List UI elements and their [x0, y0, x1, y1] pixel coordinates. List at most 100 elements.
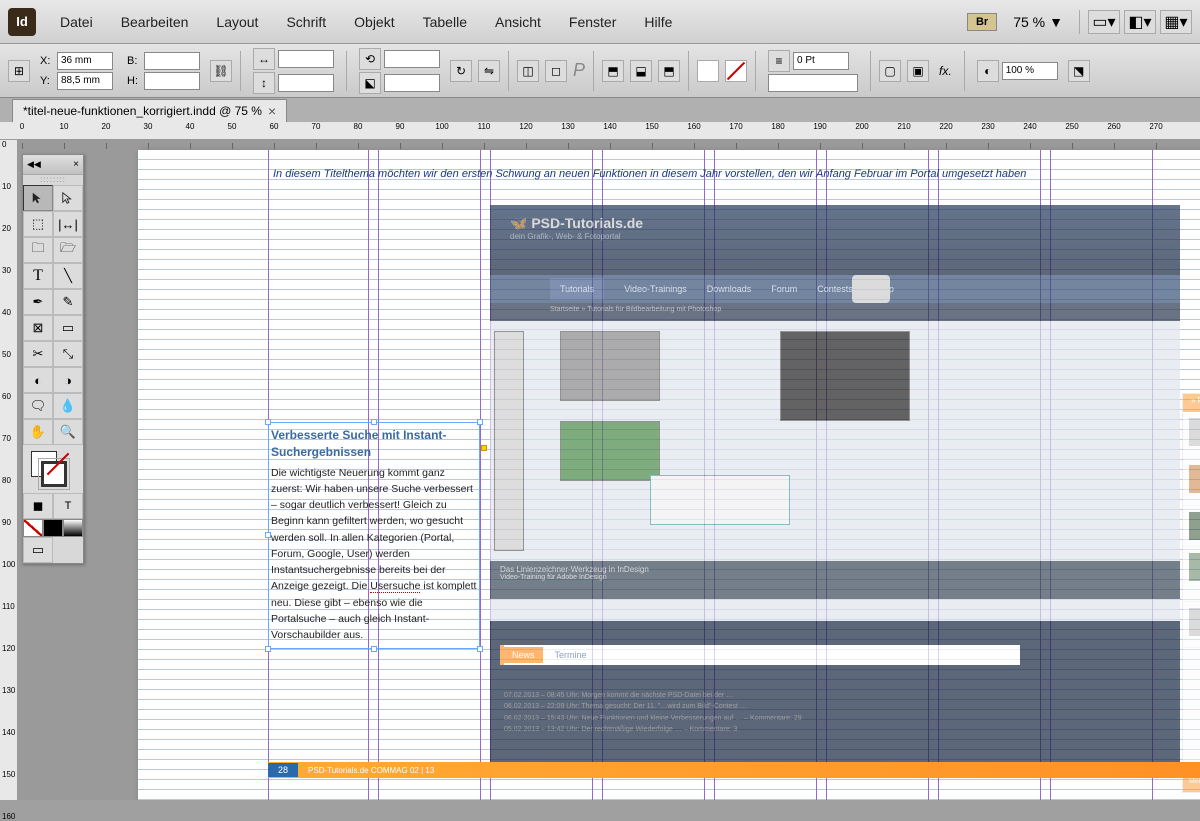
- page-footer-text: PSD-Tutorials.de COMMAG 02 | 13: [298, 766, 434, 775]
- effects-label[interactable]: fx.: [935, 64, 956, 78]
- frame-handle[interactable]: [477, 646, 483, 652]
- distribute-icon[interactable]: ⬓: [630, 60, 652, 82]
- menu-ansicht[interactable]: Ansicht: [483, 10, 553, 34]
- text-wrap-bounding-icon[interactable]: ▣: [907, 60, 929, 82]
- page-tool[interactable]: ⬚: [23, 211, 53, 237]
- document-page[interactable]: In diesem Titelthema möchten wir den ers…: [138, 150, 1200, 800]
- zoom-level-display[interactable]: 75 % ▼: [1005, 14, 1071, 30]
- apply-gradient-icon[interactable]: [63, 519, 83, 537]
- menu-objekt[interactable]: Objekt: [342, 10, 406, 34]
- reference-point-icon[interactable]: ⊞: [8, 60, 30, 82]
- document-tab[interactable]: *titel-neue-funktionen_korrigiert.indd @…: [12, 99, 287, 122]
- panel-grip[interactable]: ::::::::: [23, 175, 83, 185]
- corner-options-icon[interactable]: ⬔: [1068, 60, 1090, 82]
- note-tool[interactable]: 🗨: [23, 393, 53, 419]
- document-tab-bar: *titel-neue-funktionen_korrigiert.indd @…: [0, 98, 1200, 122]
- pen-tool[interactable]: ✒: [23, 289, 53, 315]
- fill-swatch[interactable]: [697, 60, 719, 82]
- text-frame-selected[interactable]: Verbesserte Suche mit Instant-Suchergebn…: [268, 422, 480, 649]
- align-top-icon[interactable]: ⬒: [602, 60, 624, 82]
- panel-collapse-icon[interactable]: ◀◀: [27, 159, 41, 170]
- hand-tool[interactable]: ✋: [23, 419, 53, 445]
- line-tool[interactable]: ╲: [53, 263, 83, 289]
- formatting-container-icon[interactable]: ◼: [23, 493, 53, 519]
- fill-stroke-proxy[interactable]: [23, 445, 83, 493]
- content-placer-tool[interactable]: 🗁: [53, 237, 83, 263]
- flip-h-icon[interactable]: ⇋: [478, 60, 500, 82]
- stroke-weight-icon[interactable]: ≡: [768, 50, 790, 72]
- menu-fenster[interactable]: Fenster: [557, 10, 628, 34]
- bridge-badge[interactable]: Br: [967, 13, 997, 31]
- width-input[interactable]: [144, 52, 200, 70]
- menu-bearbeiten[interactable]: Bearbeiten: [109, 10, 201, 34]
- select-content-icon[interactable]: ◻: [545, 60, 567, 82]
- menu-tabelle[interactable]: Tabelle: [411, 10, 479, 34]
- formatting-text-icon[interactable]: T: [53, 493, 83, 519]
- app-icon: Id: [8, 8, 36, 36]
- type-tool[interactable]: T: [23, 263, 53, 289]
- stroke-style-input[interactable]: [768, 74, 858, 92]
- embedded-sidebar: » Portalfreistel Freistellen mit Füllmet…: [1182, 393, 1200, 793]
- frame-handle[interactable]: [265, 419, 271, 425]
- rotate-icon[interactable]: ⟲: [359, 48, 381, 70]
- scale-y-icon[interactable]: ↕: [253, 72, 275, 94]
- height-input[interactable]: [144, 72, 200, 90]
- menu-layout[interactable]: Layout: [204, 10, 270, 34]
- arrange-docs-icon[interactable]: ◧▾: [1124, 10, 1156, 34]
- eyedropper-tool[interactable]: 💧: [53, 393, 83, 419]
- stroke-weight-input[interactable]: [793, 52, 849, 70]
- apply-none-icon[interactable]: [23, 519, 43, 537]
- rectangle-frame-tool[interactable]: ⊠: [23, 315, 53, 341]
- close-icon[interactable]: ×: [73, 159, 79, 170]
- frame-handle[interactable]: [371, 419, 377, 425]
- frame-handle-outport[interactable]: [481, 445, 487, 451]
- gap-tool[interactable]: |↔|: [53, 211, 83, 237]
- gradient-feather-tool[interactable]: ◑: [53, 367, 83, 393]
- opacity-icon[interactable]: ◐: [977, 60, 999, 82]
- rectangle-tool[interactable]: ▭: [53, 315, 83, 341]
- pencil-tool[interactable]: ✎: [53, 289, 83, 315]
- stroke-swatch[interactable]: [725, 60, 747, 82]
- vertical-ruler[interactable]: 0102030405060708090100110120130140150160: [0, 140, 18, 800]
- scissors-tool[interactable]: ✂: [23, 341, 53, 367]
- x-label: X:: [40, 55, 54, 67]
- frame-handle[interactable]: [371, 646, 377, 652]
- apply-color-icon[interactable]: [43, 519, 63, 537]
- view-mode-toggle[interactable]: ▭: [23, 537, 53, 563]
- content-collector-tool[interactable]: 🗀: [23, 237, 53, 263]
- zoom-tool[interactable]: 🔍: [53, 419, 83, 445]
- x-input[interactable]: [57, 52, 113, 70]
- horizontal-ruler[interactable]: 0102030405060708090100110120130140150160…: [0, 122, 1200, 140]
- select-container-icon[interactable]: ◫: [517, 60, 539, 82]
- screen-mode-icon[interactable]: ▭▾: [1088, 10, 1120, 34]
- menu-hilfe[interactable]: Hilfe: [632, 10, 684, 34]
- workspace-icon[interactable]: ▦▾: [1160, 10, 1192, 34]
- scale-x-input[interactable]: [278, 50, 334, 68]
- page-footer-bar: 28 PSD-Tutorials.de COMMAG 02 | 13: [268, 762, 1200, 778]
- shear-icon[interactable]: ⬕: [359, 72, 381, 94]
- frame-handle[interactable]: [265, 532, 271, 538]
- canvas-area[interactable]: In diesem Titelthema möchten wir den ers…: [18, 140, 1200, 800]
- free-transform-tool[interactable]: ⤡: [53, 341, 83, 367]
- menu-datei[interactable]: Datei: [48, 10, 105, 34]
- frame-handle[interactable]: [477, 419, 483, 425]
- constrain-icon[interactable]: ⛓: [210, 60, 232, 82]
- text-wrap-none-icon[interactable]: ▢: [879, 60, 901, 82]
- frame-handle[interactable]: [265, 646, 271, 652]
- close-icon[interactable]: ×: [268, 103, 276, 119]
- align-bottom-icon[interactable]: ⬒: [658, 60, 680, 82]
- y-input[interactable]: [57, 72, 113, 90]
- scale-x-icon[interactable]: ↔: [253, 48, 275, 70]
- rotate-cw-icon[interactable]: ↻: [450, 60, 472, 82]
- embedded-image[interactable]: 🦋 PSD-Tutorials.de dein Grafik-, Web- & …: [490, 205, 1180, 765]
- intro-text: In diesem Titelthema möchten wir den ers…: [273, 168, 1200, 180]
- tools-panel[interactable]: ◀◀ × :::::::: ⬚ |↔| 🗀 🗁 T ╲ ✒ ✎ ⊠ ▭ ✂ ⤡ …: [22, 154, 84, 564]
- opacity-input[interactable]: [1002, 62, 1058, 80]
- direct-selection-tool[interactable]: [53, 185, 83, 211]
- menu-schrift[interactable]: Schrift: [274, 10, 338, 34]
- gradient-swatch-tool[interactable]: ◐: [23, 367, 53, 393]
- scale-y-input[interactable]: [278, 74, 334, 92]
- shear-input[interactable]: [384, 74, 440, 92]
- rotate-input[interactable]: [384, 50, 440, 68]
- selection-tool[interactable]: [23, 185, 53, 211]
